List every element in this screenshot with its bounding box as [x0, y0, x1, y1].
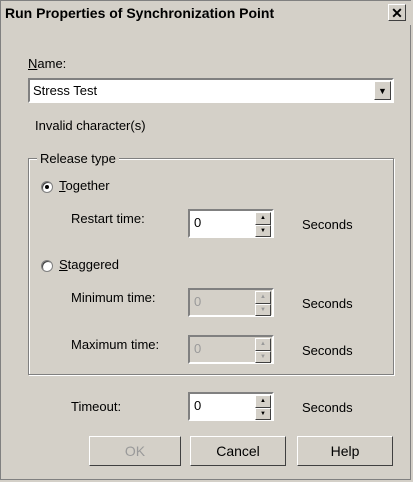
restart-time-unit: Seconds [302, 217, 353, 232]
minimum-time-unit: Seconds [302, 296, 353, 311]
name-label: Name: [28, 56, 67, 71]
help-button[interactable]: Help [297, 436, 393, 466]
arrow-down-icon: ▼ [260, 410, 266, 417]
timeout-up-button[interactable]: ▲ [255, 395, 271, 408]
minimum-time-input: 0 [194, 294, 202, 309]
together-radio[interactable] [41, 181, 53, 193]
arrow-up-icon: ▲ [260, 398, 266, 405]
timeout-spinner[interactable]: 0 ▲ ▼ [188, 392, 274, 421]
timeout-input[interactable]: 0 [194, 398, 201, 413]
minimum-time-spinner: 0 ▲ ▼ [188, 288, 274, 317]
arrow-down-icon: ▼ [260, 353, 266, 360]
chevron-down-icon: ▼ [378, 85, 387, 96]
arrow-down-icon: ▼ [260, 227, 266, 234]
arrow-up-icon: ▲ [260, 215, 266, 222]
ok-button[interactable]: OK [89, 436, 181, 466]
staggered-label[interactable]: Staggered [59, 257, 119, 272]
close-button[interactable]: ✕ [388, 4, 406, 21]
minimum-down-button: ▼ [255, 303, 271, 316]
timeout-label: Timeout: [71, 399, 122, 414]
arrow-up-icon: ▲ [260, 294, 266, 301]
radio-selected-dot [45, 185, 49, 189]
maximum-down-button: ▼ [255, 350, 271, 363]
timeout-unit: Seconds [302, 400, 353, 415]
dropdown-button[interactable]: ▼ [374, 81, 391, 100]
maximum-time-unit: Seconds [302, 343, 353, 358]
run-properties-dialog: Run Properties of Synchronization Point … [0, 0, 412, 480]
cancel-button[interactable]: Cancel [190, 436, 286, 466]
restart-time-input[interactable]: 0 [194, 215, 201, 230]
name-error-text: Invalid character(s) [35, 118, 146, 133]
timeout-down-button[interactable]: ▼ [255, 407, 271, 420]
maximum-up-button: ▲ [255, 338, 271, 351]
restart-time-label: Restart time: [71, 211, 145, 226]
restart-time-spinner[interactable]: 0 ▲ ▼ [188, 209, 274, 238]
arrow-up-icon: ▲ [260, 341, 266, 348]
arrow-down-icon: ▼ [260, 306, 266, 313]
staggered-radio[interactable] [41, 260, 53, 272]
name-input[interactable]: Stress Test [33, 83, 97, 98]
maximum-time-input: 0 [194, 341, 202, 356]
together-label[interactable]: Together [59, 178, 110, 193]
minimum-up-button: ▲ [255, 291, 271, 304]
maximum-time-spinner: 0 ▲ ▼ [188, 335, 274, 364]
release-type-legend: Release type [37, 151, 119, 166]
minimum-time-label: Minimum time: [71, 290, 156, 305]
maximum-time-label: Maximum time: [71, 337, 160, 352]
close-icon: ✕ [391, 4, 403, 21]
dialog-title: Run Properties of Synchronization Point [5, 5, 275, 21]
title-bar: Run Properties of Synchronization Point … [1, 1, 412, 25]
restart-down-button[interactable]: ▼ [255, 224, 271, 237]
restart-up-button[interactable]: ▲ [255, 212, 271, 225]
name-combobox[interactable]: Stress Test ▼ [28, 78, 394, 103]
